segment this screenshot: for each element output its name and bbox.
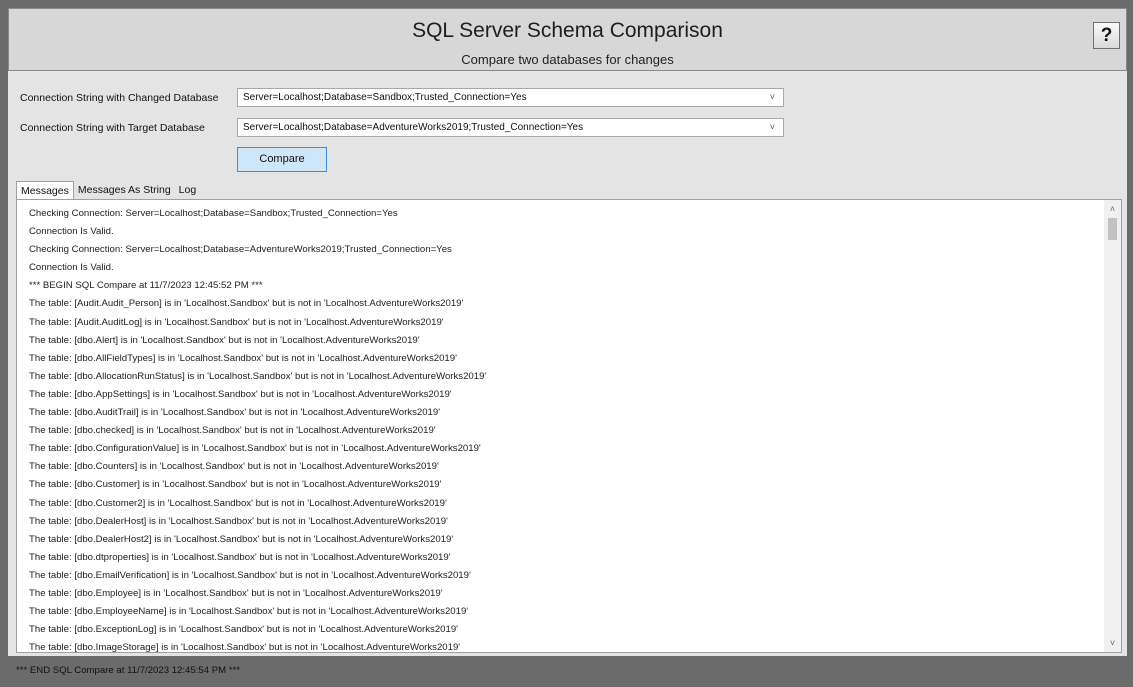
message-line: The table: [dbo.Customer] is in 'Localho… xyxy=(29,479,442,491)
message-line: Connection Is Valid. xyxy=(29,262,114,274)
target-db-label: Connection String with Target Database xyxy=(20,122,205,134)
status-bar-text: *** END SQL Compare at 11/7/2023 12:45:5… xyxy=(16,665,240,676)
message-line: The table: [dbo.EmailVerification] is in… xyxy=(29,569,471,581)
title-header: SQL Server Schema Comparison Compare two… xyxy=(8,8,1127,71)
changed-db-combobox[interactable]: Server=Localhost;Database=Sandbox;Truste… xyxy=(237,88,784,107)
message-line: The table: [dbo.AllocationRunStatus] is … xyxy=(29,370,487,382)
target-db-combobox[interactable]: Server=Localhost;Database=AdventureWorks… xyxy=(237,118,784,137)
changed-db-value: Server=Localhost;Database=Sandbox;Truste… xyxy=(243,92,527,103)
tab-messages-as-string[interactable]: Messages As String xyxy=(74,181,175,199)
message-line: The table: [dbo.DealerHost2] is in 'Loca… xyxy=(29,533,454,545)
main-panel: Connection String with Changed Database … xyxy=(8,71,1127,656)
message-line: The table: [dbo.AllFieldTypes] is in 'Lo… xyxy=(29,352,457,364)
message-line: Checking Connection: Server=Localhost;Da… xyxy=(29,244,452,256)
tab-messages[interactable]: Messages xyxy=(16,181,74,200)
message-line: The table: [dbo.Customer2] is in 'Localh… xyxy=(29,497,447,509)
vertical-scrollbar[interactable]: ˄ ˅ xyxy=(1104,200,1121,652)
message-line: The table: [dbo.Alert] is in 'Localhost.… xyxy=(29,334,420,346)
message-line: The table: [dbo.dtproperties] is in 'Loc… xyxy=(29,551,451,563)
message-line: The table: [dbo.AuditTrail] is in 'Local… xyxy=(29,407,441,419)
chevron-up-icon[interactable]: ˄ xyxy=(1104,204,1121,214)
message-line: The table: [dbo.DealerHost] is in 'Local… xyxy=(29,515,448,527)
chevron-down-icon[interactable]: ˅ xyxy=(1104,638,1121,648)
help-button[interactable]: ? xyxy=(1093,22,1120,49)
message-line: The table: [dbo.ImageStorage] is in 'Loc… xyxy=(29,642,461,653)
message-line: The table: [dbo.ExceptionLog] is in 'Loc… xyxy=(29,624,459,636)
message-line: The table: [Audit.AuditLog] is in 'Local… xyxy=(29,316,444,328)
message-line: The table: [dbo.EmployeeName] is in 'Loc… xyxy=(29,606,469,618)
messages-listbox[interactable]: Checking Connection: Server=Localhost;Da… xyxy=(16,199,1122,653)
message-line: The table: [dbo.ConfigurationValue] is i… xyxy=(29,443,481,455)
scrollbar-thumb[interactable] xyxy=(1108,218,1117,240)
target-db-value: Server=Localhost;Database=AdventureWorks… xyxy=(243,122,584,133)
message-line: *** BEGIN SQL Compare at 11/7/2023 12:45… xyxy=(29,280,263,292)
message-line: The table: [dbo.AppSettings] is in 'Loca… xyxy=(29,388,452,400)
message-line: The table: [dbo.Employee] is in 'Localho… xyxy=(29,587,443,599)
app-subtitle: Compare two databases for changes xyxy=(461,52,674,67)
tab-log[interactable]: Log xyxy=(175,181,201,199)
chevron-down-icon[interactable]: ˅ xyxy=(770,119,775,136)
message-line: The table: [Audit.Audit_Person] is in 'L… xyxy=(29,298,464,310)
message-line: Checking Connection: Server=Localhost;Da… xyxy=(29,208,398,219)
message-line: Connection Is Valid. xyxy=(29,226,114,238)
message-list: Checking Connection: Server=Localhost;Da… xyxy=(29,205,1099,652)
message-line: The table: [dbo.checked] is in 'Localhos… xyxy=(29,425,436,437)
compare-button[interactable]: Compare xyxy=(237,147,327,172)
chevron-down-icon[interactable]: ˅ xyxy=(770,89,775,106)
output-tabs: Messages Messages As String Log xyxy=(16,181,201,200)
message-line: The table: [dbo.Counters] is in 'Localho… xyxy=(29,461,439,473)
changed-db-label: Connection String with Changed Database xyxy=(20,92,219,104)
app-title: SQL Server Schema Comparison xyxy=(412,19,723,42)
